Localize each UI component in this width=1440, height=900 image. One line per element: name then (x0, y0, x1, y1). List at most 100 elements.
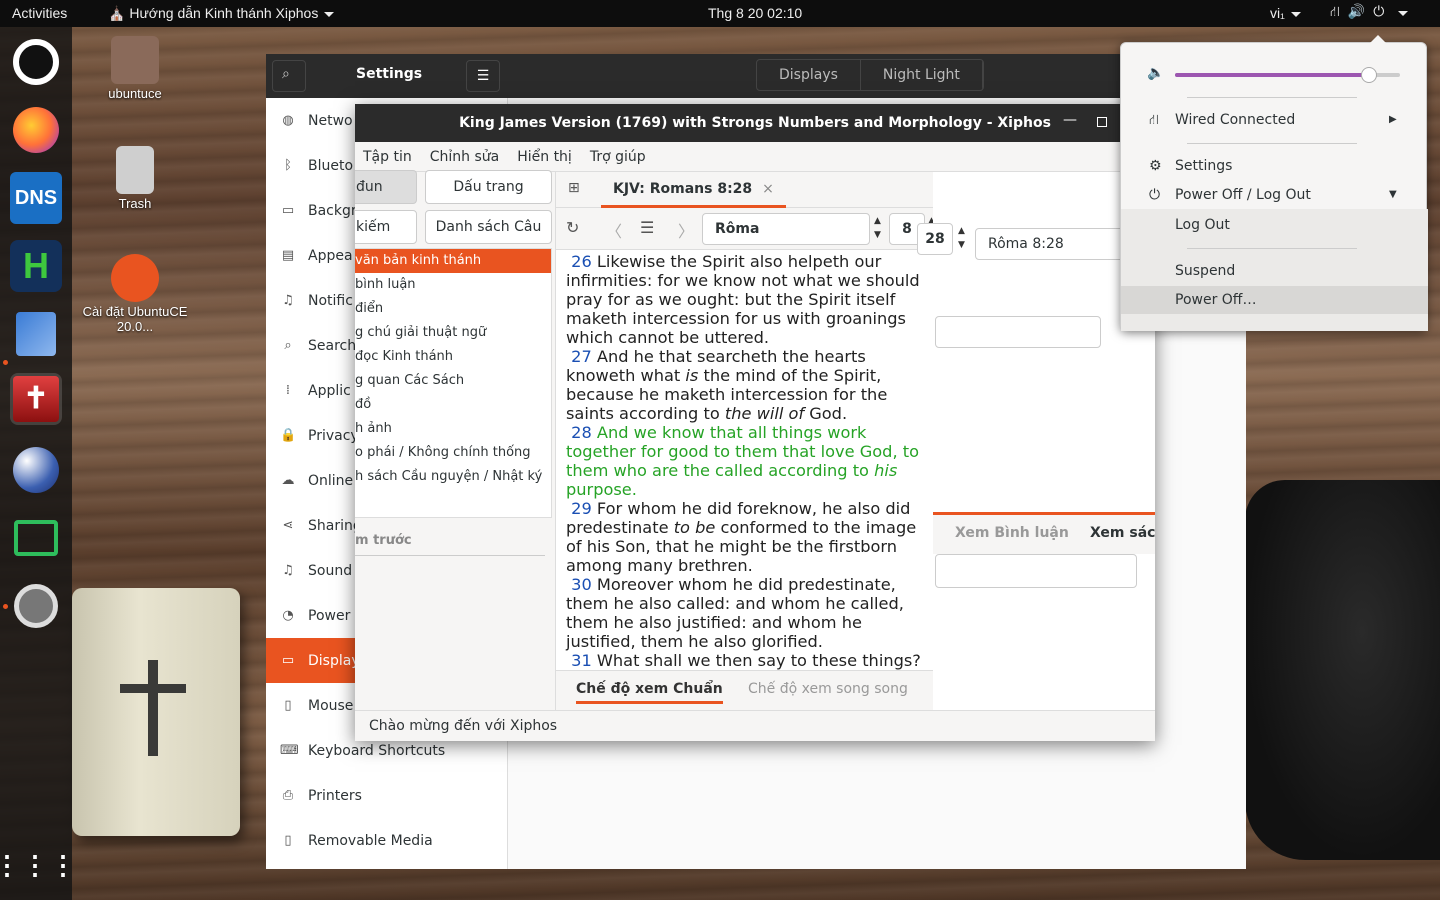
maximize-button[interactable] (1097, 117, 1107, 127)
list-item[interactable]: đồ (355, 393, 551, 417)
settings-icon[interactable] (10, 580, 62, 632)
apps-grid-icon[interactable]: ⋮⋮⋮ (0, 839, 76, 891)
book-search-field[interactable] (935, 554, 1137, 588)
volume-icon: 🔈 (1147, 65, 1165, 81)
verse-number[interactable]: 31 (566, 651, 597, 670)
view-mode-tabs: Chế độ xem Chuẩn Chế độ xem song song (556, 670, 934, 710)
verse-field[interactable]: 28 (917, 223, 953, 255)
book-selector[interactable]: Rôma (702, 213, 870, 245)
list-item[interactable]: h ảnh (355, 417, 551, 441)
bookmarks-button[interactable]: Dấu trang (425, 170, 552, 204)
list-item[interactable]: đọc Kinh thánh (355, 345, 551, 369)
cloud-icon: ☁ (281, 473, 295, 488)
media-icon: ▯ (284, 833, 292, 848)
list-item[interactable]: văn bản kinh thánh (355, 249, 551, 273)
trash-icon (116, 146, 154, 194)
list-item[interactable]: h sách Cầu nguyện / Nhật ký (355, 465, 551, 489)
verse-number[interactable]: 28 (566, 423, 597, 442)
verse: 30 Moreover whom he did predestinate, th… (566, 575, 924, 651)
logout-label: Log Out (1175, 217, 1230, 233)
tab-displays[interactable]: Displays (757, 60, 861, 90)
refresh-icon[interactable]: ↻ (566, 218, 579, 237)
new-tab-icon[interactable]: ⊞ (568, 180, 580, 196)
wired-label: Wired Connected (1175, 112, 1296, 128)
back-icon[interactable]: 〈 (606, 218, 622, 242)
tab-book-view[interactable]: Xem sách (1090, 525, 1155, 541)
list-item[interactable]: g chú giải thuật ngữ (355, 321, 551, 345)
commentary-search-field[interactable] (935, 316, 1101, 348)
menu-file[interactable]: Tập tin (363, 149, 412, 165)
menu-view[interactable]: Hiển thị (517, 149, 572, 165)
clock[interactable]: Thg 8 20 02:10 (708, 5, 802, 21)
network-icon: ⛙ (1330, 3, 1340, 19)
h-icon[interactable]: H (10, 240, 62, 292)
verse-number[interactable]: 30 (566, 575, 597, 594)
firefox-icon[interactable] (10, 104, 62, 156)
volume-slider[interactable] (1175, 67, 1400, 83)
list-icon[interactable]: ☰ (640, 218, 654, 237)
sidebar-item-printers[interactable]: ⎙ Printers (266, 773, 507, 818)
list-item[interactable]: điển (355, 297, 551, 321)
menu-bar: Tập tin Chỉnh sửa Hiển thị Trợ giúp (355, 142, 1155, 172)
screen-icon[interactable] (10, 512, 62, 564)
sidebar-item-label: Display (308, 652, 360, 669)
list-item[interactable]: o phái / Không chính thống (355, 441, 551, 465)
power-menu-item[interactable]: ⏻ Power Off / Log Out ▼ (1121, 181, 1428, 209)
verse-spinner[interactable]: ▲ ▼ (958, 224, 965, 252)
volume-knob[interactable] (1360, 67, 1377, 83)
wired-connection-item[interactable]: ⛙ Wired Connected ▶ (1121, 106, 1428, 134)
menu-help[interactable]: Trợ giúp (590, 149, 646, 165)
bell-icon: ♫ (282, 293, 294, 308)
desktop-icon-label: ubuntuce (108, 86, 162, 101)
book-spinner[interactable]: ▲ ▼ (874, 214, 881, 242)
search-button[interactable]: ⌕ (272, 60, 306, 92)
xiphos-icon[interactable]: ✝ (10, 373, 62, 425)
hamburger-menu-button[interactable]: ☰ (466, 60, 500, 92)
desktop-icon-trash[interactable]: Trash (80, 146, 190, 211)
verse-number[interactable]: 27 (566, 347, 597, 366)
minimize-button[interactable]: — (1063, 112, 1077, 128)
ubuntu-icon[interactable] (10, 36, 62, 88)
globe-icon[interactable] (10, 444, 62, 496)
suspend-item[interactable]: Suspend (1121, 257, 1428, 285)
close-icon[interactable]: × (762, 181, 774, 197)
verse-number[interactable]: 29 (566, 499, 597, 518)
menu-edit[interactable]: Chỉnh sửa (430, 149, 499, 165)
list-item[interactable]: bình luận (355, 273, 551, 297)
home-folder-icon (111, 36, 159, 84)
tab-commentary[interactable]: Xem Bình luận (955, 525, 1069, 541)
sidebar-item-removable-media[interactable]: ▯ Removable Media (266, 818, 507, 863)
app-menu[interactable]: ⛪ Hướng dẫn Kinh thánh Xiphos (108, 5, 335, 22)
dns-icon[interactable]: DNS (10, 172, 62, 224)
modules-button[interactable]: đun (355, 170, 417, 204)
search-button[interactable]: kiếm (355, 210, 417, 244)
hamburger-icon: ☰ (476, 68, 490, 84)
desktop-icon-home[interactable]: ubuntuce (80, 36, 190, 101)
sidebar-item-label: Privacy (308, 427, 359, 444)
activities-button[interactable]: Activities (12, 5, 67, 21)
poweroff-item[interactable]: Power Off… (1121, 286, 1428, 314)
lock-icon: 🔒 (280, 428, 297, 443)
verse-number[interactable]: 26 (566, 252, 597, 271)
list-item[interactable]: g quan Các Sách (355, 369, 551, 393)
installer-icon[interactable] (10, 308, 62, 360)
forward-icon[interactable]: 〉 (678, 218, 694, 242)
system-tray[interactable]: ⛙ 🔊 ⏻ (1330, 3, 1409, 22)
scripture-text[interactable]: 26 Likewise the Spirit also helpeth our … (556, 252, 934, 670)
tab-standard-view[interactable]: Chế độ xem Chuẩn (576, 681, 723, 704)
tab-night-light[interactable]: Night Light (861, 60, 983, 90)
sidebar-item-label: Notific (308, 292, 353, 309)
tab-parallel-view[interactable]: Chế độ xem song song (748, 681, 908, 697)
chevron-down-icon (1398, 11, 1409, 16)
network-icon: ◍ (282, 113, 294, 128)
settings-item[interactable]: ⚙ Settings (1121, 152, 1428, 180)
verse-list-button[interactable]: Danh sách Câu (425, 210, 552, 244)
reference-field[interactable]: Rôma 8:28 (975, 228, 1135, 260)
tab-label: KJV: Romans 8:28 (613, 181, 753, 197)
logout-item[interactable]: Log Out (1121, 211, 1428, 239)
desktop-icon-installer[interactable]: Cài đặt UbuntuCE 20.0... (80, 254, 190, 334)
popover-arrow (1369, 35, 1387, 44)
tab-kjv-romans[interactable]: KJV: Romans 8:28 × (601, 172, 786, 208)
input-language[interactable]: vi₁ (1270, 5, 1301, 21)
running-indicator (3, 604, 8, 609)
